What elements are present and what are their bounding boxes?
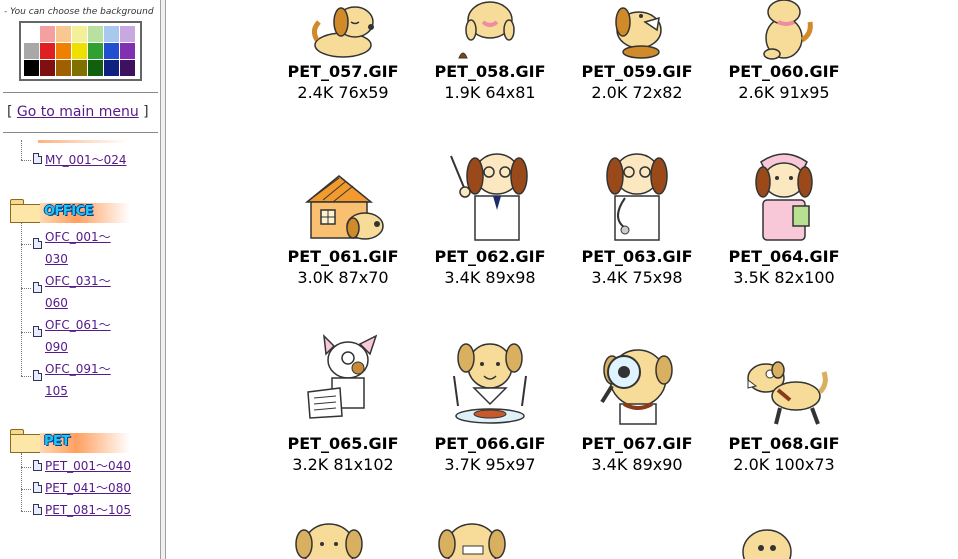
bracket-close: ] (143, 104, 149, 120)
file-meta: 2.0K 72x82 (591, 83, 683, 102)
file-name: PET_058.GIF (434, 62, 546, 81)
file-name: PET_060.GIF (728, 62, 840, 81)
color-swatch[interactable] (56, 60, 71, 76)
frame-splitter[interactable] (160, 0, 166, 559)
divider (3, 92, 158, 93)
file-name: PET_067.GIF (581, 434, 693, 453)
file-meta: 3.4K 89x90 (591, 455, 683, 474)
color-swatch[interactable] (120, 43, 135, 59)
file-meta: 2.4K 76x59 (297, 83, 389, 102)
file-name: PET_066.GIF (434, 434, 546, 453)
bracket-open: [ (7, 104, 13, 120)
document-icon (33, 504, 42, 515)
surprised-dog-icon[interactable] (737, 526, 797, 559)
color-swatch[interactable] (24, 26, 39, 42)
barking-dog-icon (747, 361, 828, 425)
color-swatch[interactable] (72, 60, 87, 76)
color-swatch[interactable] (88, 26, 103, 42)
professor-dog-icon (450, 153, 528, 241)
sleepy-dog-icon (311, 6, 374, 58)
file-meta: 2.6K 91x95 (738, 83, 830, 102)
file-meta: 3.2K 81x102 (292, 455, 394, 474)
color-swatch[interactable] (72, 43, 87, 59)
color-swatch[interactable] (120, 60, 135, 76)
category-title-pet: PET (40, 433, 130, 453)
tree-item-ofc-061-090[interactable]: OFC_061～ 090 (45, 314, 111, 358)
go-to-main-menu-link[interactable]: Go to main menu (17, 104, 139, 120)
file-meta: 2.0K 100x73 (733, 455, 835, 474)
document-icon (33, 460, 42, 471)
tree-item-my-001-024[interactable]: MY_001～024 (45, 149, 127, 171)
background-caption: - You can choose the background (4, 7, 154, 17)
color-swatch[interactable] (72, 26, 87, 42)
file-meta: 3.0K 87x70 (297, 268, 389, 287)
image-gallery: PET_057.GIF 2.4K 76x59 PET_058.GIF 1.9K … (167, 0, 958, 559)
divider (3, 132, 158, 133)
document-icon (33, 153, 42, 164)
color-swatch[interactable] (104, 60, 119, 76)
sitting-dog-icon (763, 0, 813, 60)
category-title-office: OFFICE (40, 203, 130, 223)
color-swatch[interactable] (88, 43, 103, 59)
color-swatch[interactable] (40, 43, 55, 59)
file-name: PET_062.GIF (434, 247, 546, 266)
sidebar-frame: - You can choose the background [ Go to … (0, 0, 160, 559)
file-meta: 1.9K 64x81 (444, 83, 536, 102)
tree-item-pet-041-080[interactable]: PET_041～080 (45, 477, 131, 499)
document-icon (33, 282, 42, 293)
document-icon (33, 370, 42, 381)
howling-dog-icon (615, 7, 662, 59)
file-name: PET_063.GIF (581, 247, 693, 266)
color-swatch[interactable] (120, 26, 135, 42)
file-name: PET_059.GIF (581, 62, 693, 81)
color-swatch[interactable] (104, 26, 119, 42)
newspaper-dog-icon (307, 333, 378, 419)
dog-thumbnail-icon[interactable] (292, 518, 366, 559)
document-icon (33, 326, 42, 337)
grinning-dog-icon[interactable] (435, 518, 509, 559)
tree-item-pet-001-040[interactable]: PET_001～040 (45, 455, 131, 477)
folder-icon (10, 199, 42, 223)
nurse-dog-icon (755, 153, 813, 241)
file-name: PET_068.GIF (728, 434, 840, 453)
dining-dog-icon (453, 343, 527, 424)
file-name: PET_057.GIF (287, 62, 399, 81)
magnifier-dog-icon (600, 349, 673, 425)
file-meta: 3.4K 75x98 (591, 268, 683, 287)
color-swatch[interactable] (88, 60, 103, 76)
color-swatch[interactable] (24, 60, 39, 76)
document-icon (33, 238, 42, 249)
file-name: PET_064.GIF (728, 247, 840, 266)
file-name: PET_061.GIF (287, 247, 399, 266)
color-swatch[interactable] (56, 26, 71, 42)
tree-item-ofc-031-060[interactable]: OFC_031～ 060 (45, 270, 111, 314)
file-meta: 3.7K 95x97 (444, 455, 536, 474)
color-swatch[interactable] (40, 60, 55, 76)
main-menu-link-group: [ Go to main menu ] (7, 104, 149, 120)
background-color-palette (19, 21, 142, 81)
tree-item-ofc-091-105[interactable]: OFC_091～ 105 (45, 358, 111, 402)
dog-poop-icon (458, 1, 515, 59)
color-swatch[interactable] (40, 26, 55, 42)
color-swatch[interactable] (104, 43, 119, 59)
tree-item-ofc-001-030[interactable]: OFC_001～ 030 (45, 226, 111, 270)
folder-icon (10, 429, 42, 453)
file-meta: 3.4K 89x98 (444, 268, 536, 287)
color-swatch[interactable] (24, 43, 39, 59)
file-meta: 3.5K 82x100 (733, 268, 835, 287)
doctor-dog-icon (606, 153, 668, 241)
color-swatch[interactable] (56, 43, 71, 59)
document-icon (33, 482, 42, 493)
dog-house-icon (304, 175, 384, 240)
tree-item-pet-081-105[interactable]: PET_081～105 (45, 499, 131, 521)
file-name: PET_065.GIF (287, 434, 399, 453)
